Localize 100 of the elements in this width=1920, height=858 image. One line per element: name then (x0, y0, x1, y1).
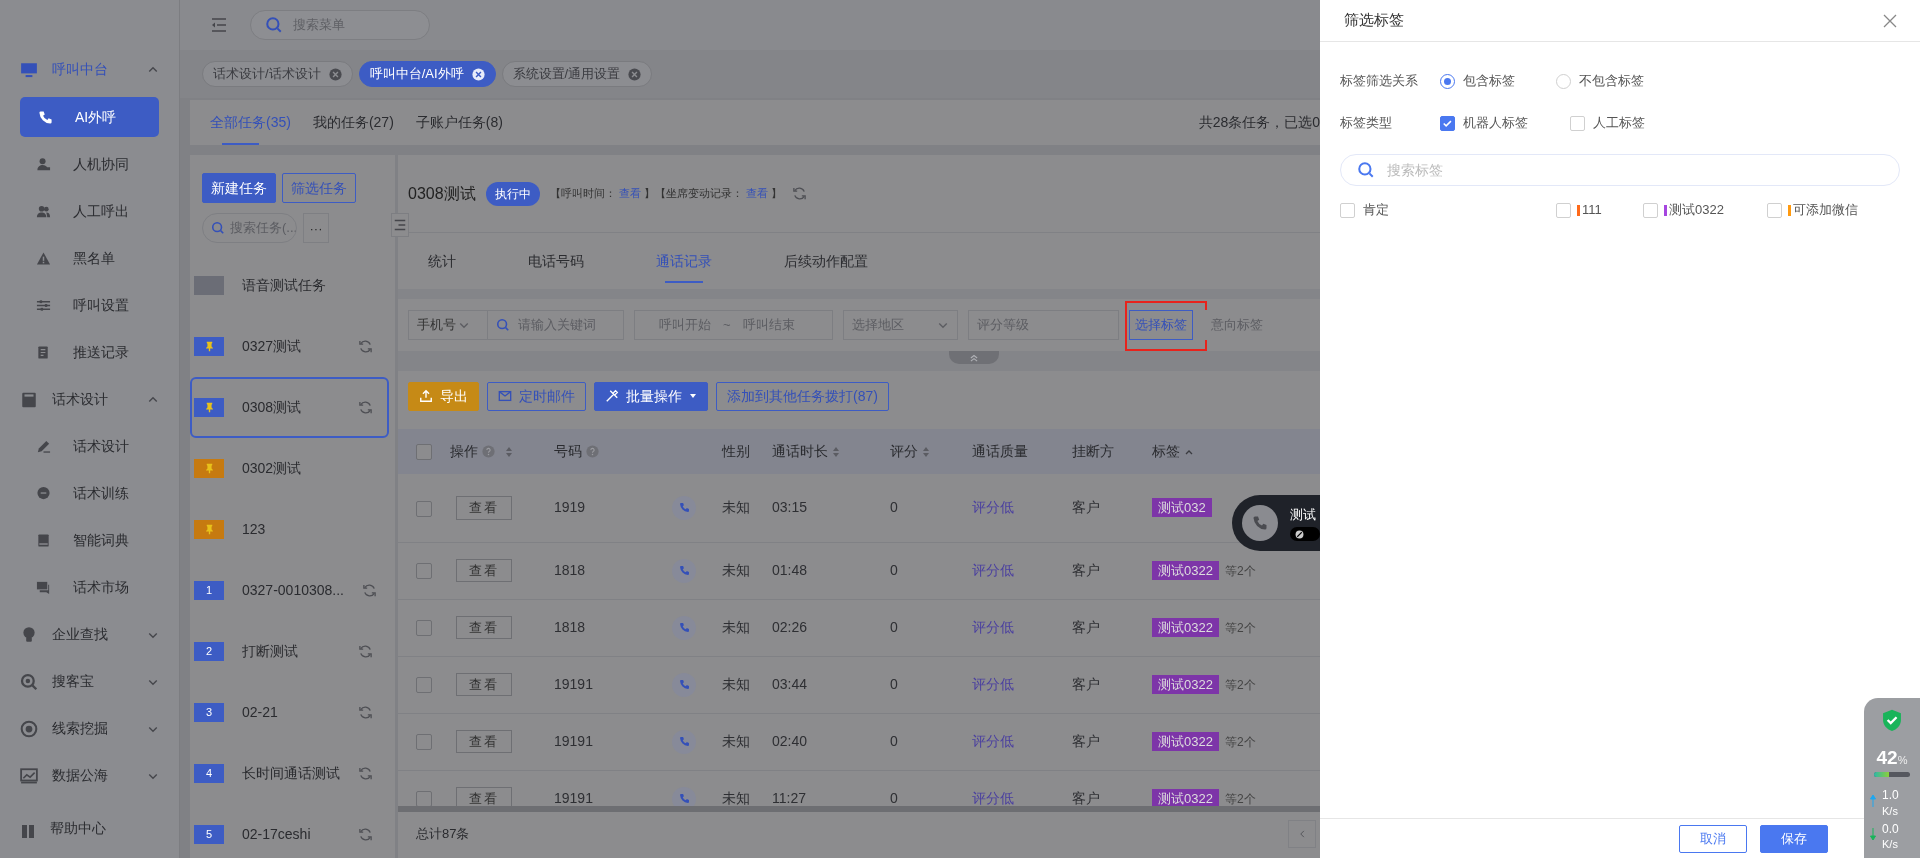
select-all-checkbox[interactable] (416, 444, 432, 461)
action-button[interactable]: 导出 (408, 381, 479, 411)
table-cell: 未知 (722, 499, 750, 516)
sidebar-item[interactable]: AI外呼 (20, 97, 159, 137)
download-speed: 0.0 (1882, 821, 1899, 836)
close-icon (1882, 12, 1898, 29)
range-separator: ~ (723, 316, 731, 335)
task-item[interactable]: 3 02-21 (190, 682, 389, 743)
call-button[interactable] (672, 558, 696, 583)
task-item[interactable]: 1 0327-0010308... (190, 560, 389, 621)
quality-link[interactable]: 评分低 (972, 562, 1014, 578)
task-button[interactable]: 新建任务 (202, 173, 276, 203)
sidebar-group[interactable]: 企业查找 (0, 611, 179, 658)
sidebar-item[interactable]: 话术训练 (0, 470, 179, 517)
horizontal-scrollbar[interactable] (398, 806, 1320, 812)
collapse-tab[interactable] (949, 351, 999, 364)
quality-link[interactable]: 评分低 (972, 499, 1014, 516)
checkbox-option[interactable]: 人工标签 (1570, 113, 1645, 133)
task-item[interactable]: 0327测试 (190, 316, 389, 377)
tag-option[interactable]: 可添加微信 (1767, 200, 1900, 220)
view-button[interactable]: 查看 (456, 496, 512, 520)
task-item[interactable]: 0302测试 (190, 438, 389, 499)
more-button[interactable]: ··· (303, 213, 329, 243)
view-button[interactable]: 查看 (456, 672, 512, 697)
view-button[interactable]: 查看 (456, 786, 512, 806)
row-checkbox[interactable] (416, 500, 432, 517)
task-button[interactable]: 筛选任务 (282, 173, 356, 203)
page-tab[interactable]: 呼叫中台/AI外呼 (358, 61, 496, 87)
sidebar-group[interactable]: 话术设计 (0, 376, 179, 423)
sidebar-group[interactable]: 呼叫中台 (0, 46, 179, 93)
save-button[interactable]: 保存 (1760, 824, 1828, 853)
task-item[interactable]: 5 02-17ceshi (190, 804, 389, 858)
call-button[interactable] (672, 615, 696, 640)
view-link[interactable]: 查看 (618, 187, 641, 200)
sidebar-item[interactable]: 呼叫设置 (0, 282, 179, 329)
detail-tab[interactable]: 电话号码 (508, 233, 604, 289)
row-checkbox[interactable] (416, 677, 432, 694)
view-button[interactable]: 查看 (456, 729, 512, 754)
radio-option[interactable]: 包含标签 (1440, 71, 1556, 91)
sidebar-item[interactable]: 人工呼出 (0, 188, 179, 235)
task-item[interactable]: 123 (190, 499, 389, 560)
sidebar-item[interactable]: 黑名单 (0, 235, 179, 282)
phone-icon (678, 679, 690, 690)
page-tab[interactable]: 话术设计/话术设计 (202, 61, 353, 87)
task-item[interactable]: 2 打断测试 (190, 621, 389, 682)
previous-page-button[interactable] (1288, 820, 1316, 848)
slashed-circle-icon (1295, 529, 1304, 539)
sidebar-item[interactable]: 推送记录 (0, 329, 179, 376)
row-checkbox[interactable] (416, 620, 432, 637)
tag-option[interactable]: 测试0322 (1643, 200, 1767, 220)
sidebar-group[interactable]: 线索挖掘 (0, 705, 179, 752)
call-button[interactable] (672, 729, 696, 754)
page-tab[interactable]: 系统设置/通用设置 (501, 61, 653, 87)
quality-link[interactable]: 评分低 (972, 733, 1014, 749)
action-button[interactable]: 批量操作 (594, 381, 708, 411)
quality-link[interactable]: 评分低 (972, 676, 1014, 692)
select-tags-button[interactable]: 选择标签 (1129, 310, 1194, 340)
help-center-link[interactable]: 帮助中心 (0, 799, 179, 839)
radio-option[interactable]: 不包含标签 (1556, 71, 1644, 91)
sidebar-item[interactable]: 人机协同 (0, 141, 179, 188)
sidebar-group[interactable]: 数据公海 (0, 752, 179, 799)
sidebar-item[interactable]: 智能词典 (0, 517, 179, 564)
call-popup[interactable]: 测试 (1232, 495, 1320, 551)
cancel-button[interactable]: 取消 (1679, 824, 1747, 853)
tag-option[interactable]: 111 (1556, 200, 1643, 220)
task-tab[interactable]: 我的任务(27) (312, 100, 394, 145)
view-button[interactable]: 查看 (456, 615, 512, 640)
call-button[interactable] (672, 672, 696, 697)
column-header[interactable]: 号码 (554, 441, 599, 462)
task-tab[interactable]: 子账户任务(8) (415, 100, 503, 145)
sidebar-item[interactable]: 话术市场 (0, 564, 179, 611)
task-item[interactable]: 4 长时间通话测试 (190, 743, 389, 804)
task-item[interactable]: 0308测试 (190, 377, 389, 438)
quality-link[interactable]: 评分低 (972, 619, 1014, 635)
checkbox-option[interactable]: 机器人标签 (1440, 113, 1570, 133)
task-item[interactable]: 语音测试任务 (190, 255, 389, 316)
detail-tab[interactable]: 统计 (408, 233, 476, 289)
row-checkbox[interactable] (416, 563, 432, 580)
table-cell: 19191 (554, 790, 593, 806)
phone-type-select[interactable]: 手机号 (408, 310, 488, 340)
collapse-handle[interactable] (391, 213, 409, 237)
view-link[interactable]: 查看 (745, 187, 768, 200)
sidebar-item[interactable]: 话术设计 (0, 423, 179, 470)
view-button[interactable]: 查看 (456, 558, 512, 583)
sliders-icon (36, 298, 51, 313)
call-button[interactable] (672, 495, 696, 520)
action-button[interactable]: 添加到其他任务拨打(87) (716, 381, 889, 411)
tag-option[interactable]: 肯定 (1340, 200, 1556, 220)
table-cell: 未知 (722, 619, 750, 635)
detail-tab[interactable]: 后续动作配置 (764, 233, 888, 289)
close-icon (628, 67, 642, 81)
quality-link[interactable]: 评分低 (972, 790, 1014, 806)
phone-icon (1252, 515, 1268, 531)
task-number-badge: 2 (194, 642, 224, 661)
row-checkbox[interactable] (416, 791, 432, 806)
sidebar-group[interactable]: 搜客宝 (0, 658, 179, 705)
column-header[interactable]: 标签 (1152, 441, 1194, 462)
table-cell: 19191 (554, 733, 593, 749)
row-checkbox[interactable] (416, 734, 432, 751)
call-button[interactable] (672, 786, 696, 806)
